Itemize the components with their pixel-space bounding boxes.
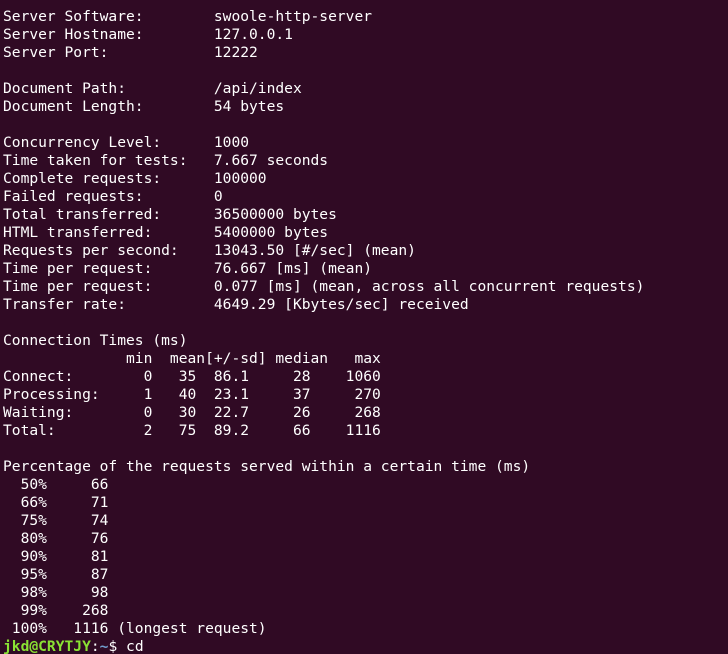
output-line: 99% 268 — [3, 602, 109, 619]
output-line: Total: 2 75 89.2 66 1116 — [3, 422, 381, 439]
output-line: 90% 81 — [3, 548, 109, 565]
output-line: Server Software: swoole-http-server — [3, 8, 373, 25]
output-line: Connection Times (ms) — [3, 332, 188, 349]
prompt-user-host: jkd@CRYTJY — [3, 638, 91, 654]
output-line: 98% 98 — [3, 584, 109, 601]
output-line: Connect: 0 35 86.1 28 1060 — [3, 368, 381, 385]
output-line: HTML transferred: 5400000 bytes — [3, 224, 329, 241]
output-line: Processing: 1 40 23.1 37 270 — [3, 386, 381, 403]
output-line: Total transferred: 36500000 bytes — [3, 206, 337, 223]
command-input[interactable]: cd — [126, 638, 144, 654]
output-line: 95% 87 — [3, 566, 109, 583]
output-line: Concurrency Level: 1000 — [3, 134, 250, 151]
command-prompt-line[interactable]: jkd@CRYTJY:~$ cd — [3, 638, 728, 654]
output-line: Complete requests: 100000 — [3, 170, 267, 187]
output-line: Time per request: 76.667 [ms] (mean) — [3, 260, 373, 277]
output-line: Failed requests: 0 — [3, 188, 223, 205]
prompt-symbol: $ — [108, 638, 127, 654]
output-line: 50% 66 — [3, 476, 109, 493]
output-line: 100% 1116 (longest request) — [3, 620, 267, 637]
prompt-separator: : — [90, 638, 100, 654]
output-line: Time taken for tests: 7.667 seconds — [3, 152, 329, 169]
output-line: 75% 74 — [3, 512, 109, 529]
output-line: Server Hostname: 127.0.0.1 — [3, 26, 293, 43]
output-line: Waiting: 0 30 22.7 26 268 — [3, 404, 381, 421]
output-line: Requests per second: 13043.50 [#/sec] (m… — [3, 242, 416, 259]
output-line: Document Length: 54 bytes — [3, 98, 285, 115]
output-line: Percentage of the requests served within… — [3, 458, 531, 475]
terminal-output: Server Software: swoole-http-server Serve… — [3, 8, 728, 638]
output-line: 80% 76 — [3, 530, 109, 547]
output-line: Document Path: /api/index — [3, 80, 302, 97]
terminal-window[interactable]: Server Software: swoole-http-server Serve… — [0, 0, 728, 654]
output-line: Time per request: 0.077 [ms] (mean, acro… — [3, 278, 645, 295]
output-line: Server Port: 12222 — [3, 44, 258, 61]
output-line: Transfer rate: 4649.29 [Kbytes/sec] rece… — [3, 296, 469, 313]
output-line: 66% 71 — [3, 494, 109, 511]
output-line: min mean[+/-sd] median max — [3, 350, 381, 367]
